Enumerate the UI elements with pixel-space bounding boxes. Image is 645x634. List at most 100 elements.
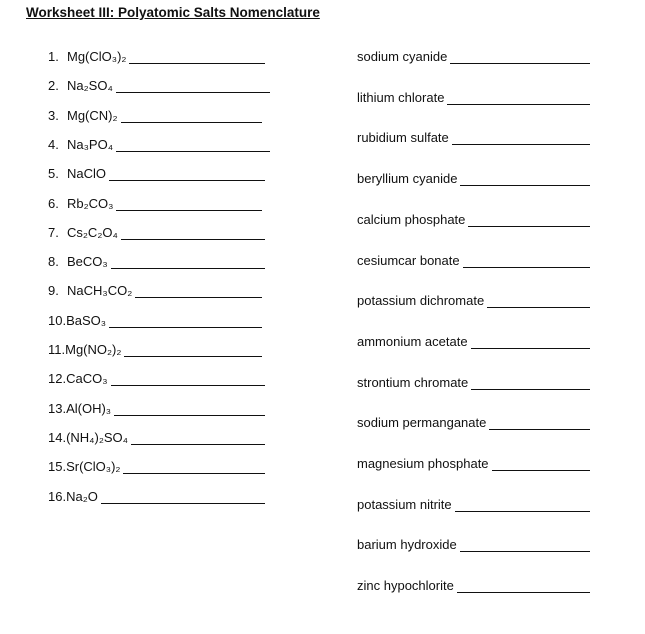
- formula-item: 12. CaCO₃: [48, 368, 265, 387]
- name-item: beryllium cyanide: [357, 168, 590, 187]
- name-item: potassium nitrite: [357, 494, 590, 512]
- answer-blank[interactable]: [491, 456, 590, 471]
- item-number: 2.: [48, 78, 59, 94]
- formula-item: 15. Sr(ClO₃)₂: [48, 456, 265, 475]
- formula-item: 10. BaSO₃: [48, 310, 262, 328]
- formula-text: (NH₄)₂SO₄: [66, 429, 128, 445]
- compound-name: ammonium acetate: [357, 333, 468, 349]
- formula-item: 14. (NH₄)₂SO₄: [48, 427, 265, 445]
- compound-name: beryllium cyanide: [357, 171, 458, 187]
- formula-item: 16. Na₂O: [48, 486, 265, 504]
- answer-blank[interactable]: [120, 108, 262, 123]
- answer-blank[interactable]: [468, 212, 590, 227]
- answer-blank[interactable]: [471, 375, 590, 390]
- compound-name: cesiumcar bonate: [357, 252, 460, 268]
- formula-item: 11. Mg(NO₂)₂: [48, 339, 262, 357]
- formula-item: 5. NaClO: [48, 163, 265, 182]
- answer-blank[interactable]: [462, 253, 590, 268]
- answer-blank[interactable]: [129, 49, 265, 64]
- item-number: 1.: [48, 49, 59, 64]
- answer-blank[interactable]: [116, 137, 270, 152]
- formula-item: 13. Al(OH)₃: [48, 398, 265, 416]
- name-item: sodium permanganate: [357, 412, 590, 431]
- answer-blank[interactable]: [100, 489, 265, 504]
- answer-blank[interactable]: [454, 497, 590, 512]
- formula-text: BaSO₃: [66, 312, 107, 328]
- item-number: 15.: [48, 459, 67, 475]
- answer-blank[interactable]: [116, 196, 262, 211]
- answer-blank[interactable]: [120, 225, 265, 240]
- compound-name: rubidium sulfate: [357, 130, 449, 146]
- formula-item: 1. Mg(ClO₃)₂: [48, 46, 265, 64]
- answer-blank[interactable]: [489, 415, 590, 431]
- name-item: magnesium phosphate: [357, 453, 590, 471]
- compound-name: magnesium phosphate: [357, 456, 489, 471]
- name-item: ammonium acetate: [357, 331, 590, 349]
- name-item: strontium chromate: [357, 372, 590, 390]
- formula-text: Rb₂CO₃: [67, 195, 114, 211]
- item-number: 10.: [48, 312, 67, 328]
- item-number: 7.: [48, 224, 59, 240]
- formula-text: Al(OH)₃: [66, 400, 112, 416]
- item-number: 13.: [48, 400, 67, 416]
- compound-name: barium hydroxide: [357, 537, 457, 553]
- formula-text: Sr(ClO₃)₂: [66, 459, 121, 475]
- formula-text: BeCO₃: [67, 254, 108, 270]
- answer-blank[interactable]: [115, 78, 270, 94]
- compound-name: sodium cyanide: [357, 49, 448, 64]
- answer-blank[interactable]: [130, 430, 265, 445]
- answer-blank[interactable]: [124, 342, 262, 357]
- formula-text: NaCH₃CO₂: [67, 283, 133, 299]
- answer-blank[interactable]: [114, 401, 265, 416]
- answer-blank[interactable]: [451, 130, 590, 146]
- answer-blank[interactable]: [135, 283, 262, 299]
- answer-blank[interactable]: [450, 49, 590, 64]
- answer-blank[interactable]: [460, 171, 590, 187]
- formula-text: Na₂O: [66, 488, 98, 504]
- formula-item: 3. Mg(CN)₂: [48, 105, 262, 123]
- item-number: 9.: [48, 283, 59, 299]
- name-item: sodium cyanide: [357, 46, 590, 64]
- answer-blank[interactable]: [123, 459, 265, 475]
- name-item: calcium phosphate: [357, 209, 590, 227]
- name-item: potassium dichromate: [357, 290, 590, 309]
- item-number: 6.: [48, 195, 59, 211]
- formula-item: 8. BeCO₃: [48, 251, 265, 270]
- compound-name: potassium dichromate: [357, 293, 485, 309]
- item-number: 3.: [48, 107, 59, 123]
- formula-text: Na₃PO₄: [67, 136, 114, 152]
- answer-blank[interactable]: [110, 254, 265, 270]
- answer-blank[interactable]: [110, 371, 265, 387]
- compound-name: strontium chromate: [357, 374, 469, 390]
- item-number: 8.: [48, 254, 59, 270]
- name-item: lithium chlorate: [357, 87, 590, 105]
- compound-name: zinc hypochlorite: [357, 578, 454, 594]
- answer-blank[interactable]: [447, 90, 590, 105]
- formula-text: NaClO: [67, 166, 107, 182]
- worksheet-title: Worksheet III: Polyatomic Salts Nomencla…: [26, 5, 320, 20]
- name-item: zinc hypochlorite: [357, 575, 590, 594]
- answer-blank[interactable]: [109, 313, 262, 328]
- answer-blank[interactable]: [109, 166, 265, 182]
- formula-item: 9. NaCH₃CO₂: [48, 280, 262, 299]
- compound-name: potassium nitrite: [357, 496, 452, 512]
- item-number: 5.: [48, 166, 59, 182]
- formula-text: Cs₂C₂O₄: [67, 224, 118, 240]
- name-item: barium hydroxide: [357, 534, 590, 553]
- item-number: 4.: [48, 136, 59, 152]
- formula-item: 7. Cs₂C₂O₄: [48, 222, 265, 240]
- formula-item: 6. Rb₂CO₃: [48, 193, 262, 211]
- item-number: 16.: [48, 488, 67, 504]
- compound-name: lithium chlorate: [357, 89, 445, 105]
- answer-blank[interactable]: [487, 293, 590, 309]
- item-number: 14.: [48, 429, 67, 445]
- compound-name: calcium phosphate: [357, 211, 466, 227]
- answer-blank[interactable]: [459, 537, 590, 553]
- formula-item: 2. Na₂SO₄: [48, 75, 270, 94]
- name-item: rubidium sulfate: [357, 127, 590, 146]
- formula-text: Mg(CN)₂: [67, 107, 118, 123]
- answer-blank[interactable]: [470, 334, 590, 349]
- answer-blank[interactable]: [456, 578, 590, 594]
- formula-text: Mg(NO₂)₂: [65, 342, 122, 357]
- formula-item: 4. Na₃PO₄: [48, 134, 270, 152]
